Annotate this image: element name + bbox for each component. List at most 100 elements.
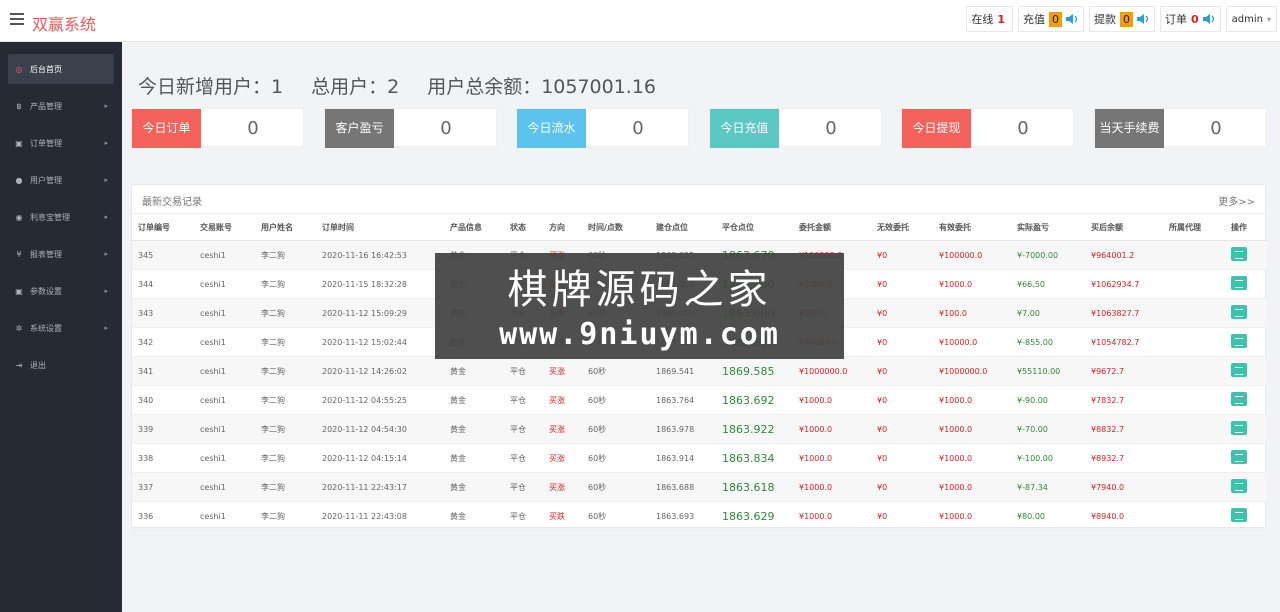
sidebar-item-3[interactable]: ● 用户管理 ▸	[8, 165, 114, 195]
sidebar-item-7[interactable]: ✲ 系统设置 ▸	[8, 313, 114, 343]
sidebar-item-label: 用户管理	[30, 175, 62, 185]
table-cell: 1869.541	[650, 356, 716, 386]
table-cell: ¥0	[871, 356, 933, 386]
table-cell: 2020-11-15 18:32:28	[316, 269, 444, 299]
table-cell: 1863.629	[716, 501, 793, 531]
sidebar-item-2[interactable]: ▣ 订单管理 ▸	[8, 128, 114, 158]
stat-card-label-line1: 今日	[527, 121, 552, 135]
view-detail-button[interactable]	[1231, 450, 1247, 464]
stat-card-label: 今日 订单	[132, 109, 201, 148]
table-cell: ceshi1	[194, 443, 255, 473]
view-detail-button[interactable]	[1231, 334, 1247, 348]
table-cell: ¥100.0	[933, 298, 1011, 328]
table-cell: 2020-11-11 22:43:08	[316, 501, 444, 531]
table-cell: 买涨	[543, 443, 582, 473]
online-label: 在线	[971, 13, 994, 26]
table-cell: 60秒	[582, 472, 650, 502]
view-detail-button[interactable]	[1231, 247, 1247, 261]
table-cell	[1225, 385, 1267, 415]
view-detail-button[interactable]	[1231, 392, 1247, 406]
more-link[interactable]: 更多>>	[1218, 193, 1255, 208]
table-cell: ¥0	[871, 298, 933, 328]
view-detail-button[interactable]	[1231, 363, 1247, 377]
table-cell: 买涨	[543, 385, 582, 415]
table-cell	[1225, 269, 1267, 299]
column-header: 方向	[543, 213, 582, 241]
withdraw-indicator[interactable]: 提款 0	[1088, 6, 1155, 32]
copy-icon: ▣	[15, 286, 23, 296]
table-cell: ¥0	[871, 327, 933, 357]
table-cell: ceshi1	[194, 501, 255, 531]
table-cell: ¥1000.0	[793, 385, 871, 415]
table-cell	[1163, 414, 1225, 444]
stat-card-label-line1: 今日	[720, 121, 745, 135]
stat-card-label: 今日 提现	[902, 109, 971, 148]
sidebar-item-4[interactable]: ◉ 利息宝管理 ▸	[8, 202, 114, 232]
sidebar-item-8[interactable]: ⇥ 退出	[8, 350, 114, 380]
table-cell: 1863.922	[716, 414, 793, 444]
view-detail-button[interactable]	[1231, 421, 1247, 435]
table-cell	[1163, 269, 1225, 299]
column-header: 平仓点位	[716, 213, 793, 241]
stat-card-label: 客户 盈亏	[325, 109, 394, 148]
column-header: 所属代理	[1163, 213, 1225, 241]
stat-card-value: 0	[825, 118, 837, 139]
table-row: 337 ceshi1 李二狗 2020-11-11 22:43:17 黄金 平仓 买涨 60秒…	[132, 472, 1267, 502]
stat-card: 今日 流水 0	[516, 108, 689, 148]
table-cell	[1163, 472, 1225, 502]
table-cell: 1863.764	[650, 385, 716, 415]
table-cell: 李二狗	[255, 240, 316, 270]
recharge-indicator[interactable]: 充值 0	[1017, 6, 1084, 32]
dashboard-icon: ◎	[15, 64, 23, 74]
sidebar: ◎ 后台首页 ฿ 产品管理 ▸ ▣ 订单管理 ▸ ● 用户管理 ▸ ◉ 利息宝管理 ▸ ¥ 报表管理 ▸ ▣ 参数设…	[0, 42, 122, 612]
table-cell: ¥-87.34	[1011, 472, 1085, 502]
view-detail-button[interactable]	[1231, 479, 1247, 493]
sidebar-item-1[interactable]: ฿ 产品管理 ▸	[8, 91, 114, 121]
view-detail-button[interactable]	[1231, 276, 1247, 290]
sidebar-item-0[interactable]: ◎ 后台首页	[8, 54, 114, 84]
sidebar-item-6[interactable]: ▣ 参数设置 ▸	[8, 276, 114, 306]
total-balance-stat: 用户总余额：1057001.16	[427, 76, 657, 98]
table-cell: 1863.693	[650, 501, 716, 531]
copy-icon: ▣	[15, 138, 23, 148]
table-cell: ¥0	[871, 443, 933, 473]
column-header: 时间/点数	[582, 213, 650, 241]
table-cell: ceshi1	[194, 472, 255, 502]
menu-toggle-icon[interactable]	[10, 13, 24, 25]
table-cell: 黄金	[444, 501, 504, 531]
table-cell: ceshi1	[194, 356, 255, 386]
chevron-right-icon: ▸	[104, 213, 108, 221]
table-cell: ¥9672.7	[1085, 356, 1163, 386]
table-cell: 343	[132, 298, 194, 328]
table-cell: 黄金	[444, 443, 504, 473]
stat-card-label: 当天 手续费	[1095, 109, 1164, 148]
table-cell: ¥-100.00	[1011, 443, 1085, 473]
table-cell: ¥-855.00	[1011, 327, 1085, 357]
table-cell: 黄金	[444, 356, 504, 386]
table-cell: 338	[132, 443, 194, 473]
table-cell	[1225, 356, 1267, 386]
sidebar-item-5[interactable]: ¥ 报表管理 ▸	[8, 239, 114, 269]
chevron-right-icon: ▸	[104, 139, 108, 147]
table-cell: 1863.834	[716, 443, 793, 473]
withdraw-count-badge: 0	[1119, 11, 1133, 27]
online-indicator[interactable]: 在线 1	[966, 6, 1013, 32]
table-cell: 平仓	[504, 472, 543, 502]
signout-icon: ⇥	[15, 360, 23, 370]
view-detail-button[interactable]	[1231, 305, 1247, 319]
speaker-icon[interactable]	[1065, 13, 1079, 25]
speaker-icon[interactable]	[1202, 13, 1216, 25]
table-cell: ¥1000.0	[793, 501, 871, 531]
table-cell: 2020-11-11 22:43:17	[316, 472, 444, 502]
order-indicator[interactable]: 订单 0	[1159, 6, 1221, 32]
table-cell	[1163, 443, 1225, 473]
speaker-icon[interactable]	[1136, 13, 1150, 25]
user-menu[interactable]: admin ▾	[1225, 6, 1277, 32]
table-cell: 2020-11-16 16:42:53	[316, 240, 444, 270]
table-cell	[1225, 240, 1267, 270]
view-detail-button[interactable]	[1231, 508, 1247, 522]
column-header: 有效委托	[933, 213, 1011, 241]
table-cell: ¥1000.0	[933, 385, 1011, 415]
table-cell	[1163, 385, 1225, 415]
stat-card-label-line2: 提现	[936, 121, 961, 135]
